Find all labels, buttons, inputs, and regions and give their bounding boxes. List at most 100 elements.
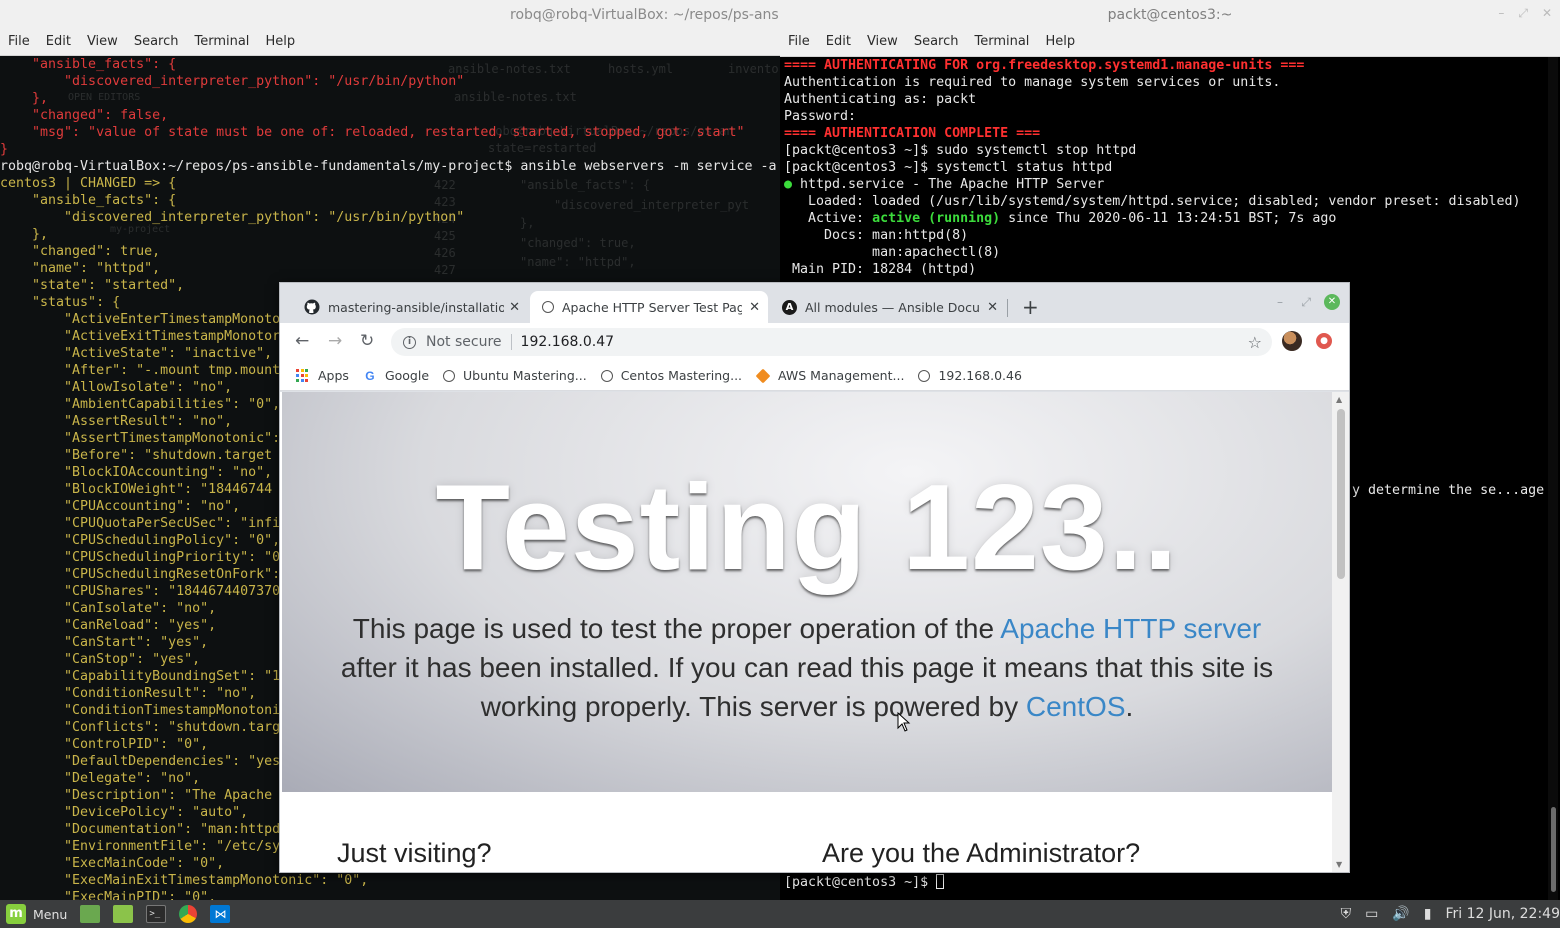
terminal-line: "ExecMainExitTimestampMonotonic": "0", [0,873,369,888]
terminal-line: ==== AUTHENTICATING FOR org.freedesktop.… [784,57,1544,74]
section-heading-visiting: Just visiting? [337,838,492,868]
menu-file[interactable]: File [0,30,38,55]
menu-terminal[interactable]: Terminal [966,30,1037,56]
window-title-bar[interactable]: packt@centos3:~ [780,0,1560,30]
menu-edit[interactable]: Edit [38,30,79,55]
bookmarks-bar: Apps G Google Ubuntu Mastering... Centos… [280,361,1349,391]
menu-search[interactable]: Search [906,30,967,56]
apps-icon [296,368,310,383]
terminal-segment: man:apachectl(8) [784,245,1001,260]
menu-view[interactable]: View [859,30,906,56]
display-icon[interactable]: ▭ [1365,906,1378,922]
terminal-segment: Password: [784,109,857,124]
menu-bar: File Edit View Search Terminal Help [0,30,780,56]
tab-github[interactable]: mastering-ansible/installation-a ✕ [292,291,528,323]
address-bar[interactable]: i Not secure 192.168.0.47 ☆ [391,328,1272,356]
files-icon[interactable] [113,905,134,923]
mint-logo-icon: m [6,904,26,924]
system-tray: ⛨ ▭ 🔊 ▮ Fri 12 Jun, 22:49 [1341,900,1560,928]
minimize-icon[interactable]: – [1498,6,1504,21]
close-icon[interactable]: ✕ [1542,6,1552,21]
tab-apache-test-page[interactable]: Apache HTTP Server Test Page ✕ [530,291,768,323]
tab-strip: mastering-ansible/installation-a ✕ Apach… [280,283,1349,323]
vscode-icon[interactable]: ⋈ [210,905,231,923]
close-icon[interactable]: ✕ [987,300,998,315]
browser-toolbar: ← → ↻ i Not secure 192.168.0.47 ☆ ● [280,323,1349,361]
window-title-bar[interactable]: robq@robq-VirtualBox: ~/repos/ps-ansible [0,0,780,30]
terminal-icon[interactable]: >_ [146,905,167,923]
volume-icon[interactable]: 🔊 [1392,906,1409,922]
terminal-segment: Main PID: 18284 (httpd) [784,262,977,277]
menu-terminal[interactable]: Terminal [186,30,257,55]
terminal-line: man:apachectl(8) [784,244,1544,261]
browser-window[interactable]: mastering-ansible/installation-a ✕ Apach… [279,282,1350,873]
scroll-up-icon[interactable]: ▲ [1336,395,1342,404]
tab-label: mastering-ansible/installation-a [328,299,504,315]
back-icon[interactable]: ← [295,331,309,351]
shield-icon[interactable]: ⛨ [1341,906,1352,922]
terminal-segment: Active: [784,211,873,226]
menu-search[interactable]: Search [126,30,187,55]
star-icon[interactable]: ☆ [1248,333,1262,352]
reload-icon[interactable]: ↻ [360,331,374,351]
globe-icon [600,369,613,382]
menu-bar: File Edit View Search Terminal Help [780,30,1560,57]
minimize-icon[interactable]: – [1277,295,1283,309]
terminal-line: "ansible_facts": { [0,57,177,72]
terminal-line: Active: active (running) since Thu 2020-… [784,210,1544,227]
apache-link[interactable]: Apache HTTP server [1000,613,1261,644]
menu-help[interactable]: Help [1037,30,1083,56]
menu-file[interactable]: File [780,30,818,56]
bookmark-apps[interactable]: Apps [296,368,349,383]
bookmark-centos[interactable]: Centos Mastering... [600,368,742,383]
bookmark-ubuntu[interactable]: Ubuntu Mastering... [443,368,587,383]
maximize-icon[interactable]: ⤢ [1301,295,1311,310]
close-window-icon[interactable]: ✕ [1324,294,1340,310]
scrollbar-thumb[interactable] [1551,807,1556,892]
window-title: robq@robq-VirtualBox: ~/repos/ps-ansible [510,7,780,23]
bookmark-aws[interactable]: AWS Management... [755,368,904,383]
chrome-icon[interactable] [179,905,198,923]
terminal-segment: Loaded: loaded (/usr/lib/systemd/system/… [784,194,1521,209]
start-menu-button[interactable]: m Menu [6,904,67,924]
show-desktop-icon[interactable] [80,905,101,923]
terminal-segment: active (running) [872,211,1001,226]
battery-icon[interactable]: ▮ [1424,906,1432,922]
terminal-line: [packt@centos3 ~]$ sudo systemctl stop h… [784,142,1544,159]
scrollbar-thumb[interactable] [1337,409,1345,579]
terminal-segment: since Thu 2020-06-11 13:24:51 BST; 7s ag… [1000,211,1337,226]
terminal-segment: ==== AUTHENTICATION COMPLETE === [784,126,1041,141]
new-tab-icon[interactable]: + [1022,295,1039,319]
maximize-icon[interactable]: ⤢ [1518,6,1528,21]
menu-edit[interactable]: Edit [818,30,859,56]
forward-icon[interactable]: → [328,331,342,351]
clock[interactable]: Fri 12 Jun, 22:49 [1445,906,1560,922]
intro-text: after it has been installed. If you can … [340,652,1274,722]
bookmark-google[interactable]: G Google [363,368,429,383]
section-heading-admin: Are you the Administrator? [822,838,1141,868]
menu-view[interactable]: View [79,30,126,55]
centos-link[interactable]: CentOS [1026,691,1126,722]
page-heading: Testing 123.. [435,459,1179,595]
avatar[interactable] [1282,331,1302,351]
close-icon[interactable]: ✕ [749,300,760,315]
divider [510,334,512,350]
ansible-icon: A [782,299,797,315]
tab-ansible-docs[interactable]: A All modules — Ansible Docume ✕ [770,291,1006,323]
scroll-down-icon[interactable]: ▼ [1336,860,1342,869]
terminal-scrollbar[interactable] [1548,57,1558,900]
github-icon [304,299,320,315]
extension-icon[interactable]: ● [1316,333,1332,349]
taskbar: m Menu >_ ⋈ ⛨ ▭ 🔊 ▮ Fri 12 Jun, 22:49 [0,900,1560,928]
close-icon[interactable]: ✕ [509,300,520,315]
bookmark-ip[interactable]: 192.168.0.46 [918,368,1022,383]
page-scrollbar[interactable]: ▲ ▼ [1332,392,1349,872]
terminal-segment: Docs: man:httpd(8) [784,228,969,243]
page-viewport[interactable]: Testing 123.. This page is used to test … [280,392,1332,872]
terminal-line: centos3 | CHANGED => { [0,176,177,191]
terminal-prompt[interactable]: [packt@centos3 ~]$ [784,874,945,890]
url-text: 192.168.0.47 [520,334,615,350]
info-icon[interactable]: i [403,335,416,349]
menu-help[interactable]: Help [257,30,303,55]
terminal-line: Password: [784,108,1544,125]
